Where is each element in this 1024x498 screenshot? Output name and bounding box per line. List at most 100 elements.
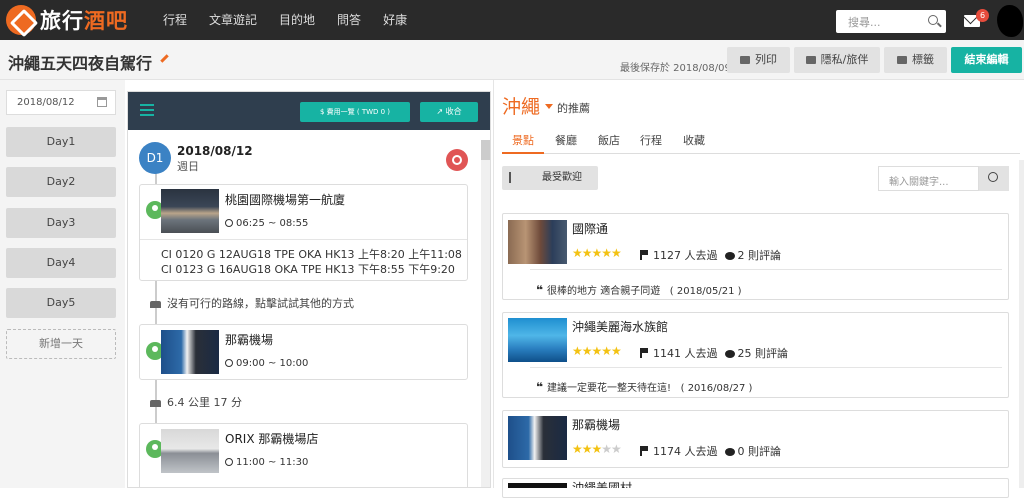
route-1-text: 沒有可行的路線，點擊試試其他的方式 <box>167 297 354 310</box>
logo-text-b: 酒吧 <box>84 9 128 33</box>
nav-qa[interactable]: 問答 <box>337 0 361 40</box>
logo-text-a: 旅行 <box>40 9 84 33</box>
stop-name-2: 那霸機場 <box>225 333 274 347</box>
recommend-tabs: 景點 餐廳 飯店 行程 收藏 <box>502 126 1020 154</box>
list-toggle-icon[interactable] <box>140 104 154 116</box>
region-selector[interactable]: 沖繩 <box>502 92 540 119</box>
active-tab-indicator <box>502 152 544 154</box>
search-icon[interactable] <box>928 15 938 25</box>
collapse-button[interactable]: ↗ 收合 <box>420 102 478 122</box>
day-date: 2018/08/12 <box>177 144 253 158</box>
clock-icon <box>225 458 233 466</box>
place-quote-1: ❝ 很棒的地方 適合親子同遊 ( 2018/05/21 ) <box>536 282 742 297</box>
comment-icon <box>724 350 735 358</box>
route-info-2[interactable]: 6.4 公里 17 分 <box>150 394 242 410</box>
main-nav: 行程 文章遊記 目的地 問答 好康 <box>163 0 429 40</box>
panel-divider <box>493 80 494 488</box>
nav-itinerary[interactable]: 行程 <box>163 0 187 40</box>
place-comments-3: 0 則評論 <box>737 445 782 458</box>
tags-button[interactable]: 標籤 <box>884 47 947 73</box>
tab-restaurants[interactable]: 餐廳 <box>555 132 577 148</box>
stop-name-1: 桃園國際機場第一航廈 <box>225 193 346 207</box>
day-button-5[interactable]: Day5 <box>6 288 116 318</box>
last-saved-text: 最後保存於 2018/08/09 <box>620 63 731 74</box>
day-button-2[interactable]: Day2 <box>6 167 116 197</box>
chevron-down-icon[interactable] <box>545 104 553 109</box>
day-badge: D1 <box>139 142 171 174</box>
place-comments-2: 25 則評論 <box>737 347 789 360</box>
place-thumbnail-3 <box>508 416 567 460</box>
place-visits-3: 1174 人去過 <box>653 445 718 458</box>
flight-line-2: CI 0123 G 16AUG18 OKA TPE HK13 下午8:55 下午… <box>161 263 455 276</box>
place-thumbnail-4 <box>508 483 567 488</box>
stop-time-2: 09:00 ~ 10:00 <box>225 358 308 369</box>
stop-time-3: 11:00 ~ 11:30 <box>225 457 308 468</box>
stop-name-3: ORIX 那霸機場店 <box>225 432 319 446</box>
place-quote-1-text: 很棒的地方 適合親子同遊 <box>547 286 661 297</box>
stop-time-2-value: 09:00 ~ 10:00 <box>236 358 309 369</box>
finish-editing-button[interactable]: 結束編輯 <box>951 47 1022 73</box>
nav-articles[interactable]: 文章遊記 <box>209 0 257 40</box>
cost-overview-button[interactable]: $ 費用一覽 ( TWD 0 ) <box>300 102 410 122</box>
place-stats-1: 1127 人去過 2 則評論 <box>640 247 781 263</box>
nav-destinations[interactable]: 目的地 <box>279 0 315 40</box>
nav-deals[interactable]: 好康 <box>383 0 407 40</box>
recommend-scrollbar[interactable] <box>1019 160 1024 488</box>
place-name-1: 國際通 <box>572 222 609 236</box>
place-stats-2: 1141 人去過 25 則評論 <box>640 345 788 361</box>
privacy-companions-button[interactable]: 隱私/旅伴 <box>794 47 880 73</box>
quote-icon: ❝ <box>536 283 544 297</box>
site-logo[interactable]: 旅行酒吧 <box>6 5 128 35</box>
itinerary-scroll-thumb[interactable] <box>481 140 490 160</box>
start-date-input[interactable]: 2018/08/12 <box>6 90 116 115</box>
print-button[interactable]: 列印 <box>727 47 790 73</box>
clock-icon <box>225 359 233 367</box>
place-quote-1-date: ( 2018/05/21 ) <box>669 286 742 297</box>
place-stats-3: 1174 人去過 0 則評論 <box>640 443 781 459</box>
flag-icon <box>640 250 648 260</box>
day-button-3[interactable]: Day3 <box>6 208 116 238</box>
day-button-1[interactable]: Day1 <box>6 127 116 157</box>
route-2-text: 6.4 公里 17 分 <box>167 396 242 409</box>
print-label: 列印 <box>755 53 777 66</box>
day-button-4[interactable]: Day4 <box>6 248 116 278</box>
place-quote-2: ❝ 建議一定要花一整天待在這! ( 2016/08/27 ) <box>536 379 752 394</box>
stop-thumbnail-1 <box>161 189 219 233</box>
place-name-4: 沖繩美國村 <box>572 481 633 488</box>
tab-itineraries[interactable]: 行程 <box>640 132 662 148</box>
flag-icon <box>640 348 648 358</box>
mail-count-badge: 6 <box>976 9 989 22</box>
trip-title: 沖繩五天四夜自駕行 <box>8 54 153 73</box>
itinerary-scrollbar[interactable] <box>481 140 490 487</box>
day-sidebar: 2018/08/12 Day1 Day2 Day3 Day4 Day5 新增一天 <box>0 80 125 488</box>
day-weekday: 週日 <box>177 160 199 173</box>
stop-thumbnail-3 <box>161 429 219 473</box>
route-info-1[interactable]: 沒有可行的路線，點擊試試其他的方式 <box>150 295 354 311</box>
place-thumbnail-2 <box>508 318 567 362</box>
calendar-icon[interactable] <box>97 97 107 107</box>
itinerary-panel: $ 費用一覽 ( TWD 0 ) ↗ 收合 D1 2018/08/12 週日 桃… <box>127 91 491 488</box>
map-pin-button-icon[interactable] <box>446 149 468 171</box>
flag-icon <box>640 446 648 456</box>
rating-stars-1: ★★★★★ <box>572 246 622 260</box>
tab-hotels[interactable]: 飯店 <box>598 132 620 148</box>
sort-icon <box>509 172 519 183</box>
logo-text: 旅行酒吧 <box>40 5 128 35</box>
privacy-label: 隱私/旅伴 <box>820 53 869 66</box>
place-quote-2-text: 建議一定要花一整天待在這! <box>547 383 672 394</box>
logo-icon <box>6 5 36 35</box>
place-name-3: 那霸機場 <box>572 418 621 432</box>
search-input[interactable]: 搜尋... <box>836 10 946 33</box>
tab-attractions[interactable]: 景點 <box>512 132 534 148</box>
keyword-search-icon[interactable] <box>979 166 1009 191</box>
stop-time-1-value: 06:25 ~ 08:55 <box>236 218 309 229</box>
tag-icon <box>897 56 907 64</box>
card-divider <box>530 269 1002 270</box>
keyword-input[interactable]: 輸入關鍵字... <box>878 166 979 191</box>
user-avatar[interactable] <box>997 5 1023 37</box>
rating-stars-3: ★★★★★ <box>572 442 622 456</box>
users-icon <box>805 56 816 64</box>
add-day-button[interactable]: 新增一天 <box>6 329 116 359</box>
quote-icon: ❝ <box>536 380 544 394</box>
tab-favorites[interactable]: 收藏 <box>683 132 705 148</box>
